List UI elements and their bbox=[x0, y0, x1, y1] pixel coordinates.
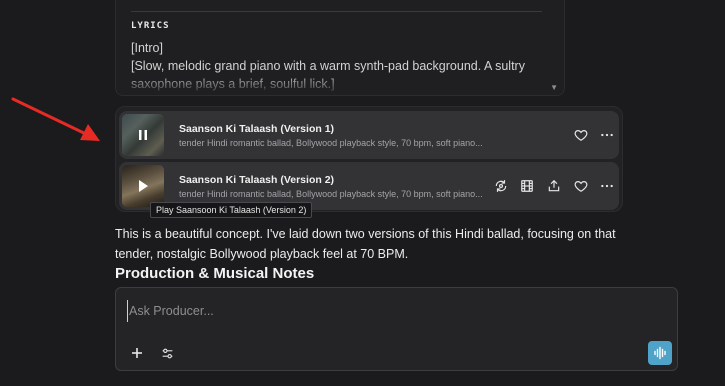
annotation-arrow-icon bbox=[11, 97, 100, 141]
more-icon bbox=[601, 133, 613, 137]
remix-icon bbox=[495, 180, 507, 192]
like-button[interactable] bbox=[569, 123, 593, 147]
more-icon bbox=[601, 184, 613, 188]
plus-icon bbox=[132, 348, 142, 358]
song-title[interactable]: Saanson Ki Talaash (Version 2) bbox=[179, 174, 334, 186]
heart-icon bbox=[574, 181, 588, 192]
heart-icon bbox=[574, 130, 588, 141]
assistant-message: This is a beautiful concept. I've laid d… bbox=[115, 227, 616, 261]
settings-button[interactable] bbox=[156, 342, 178, 364]
ask-producer-input[interactable] bbox=[127, 300, 647, 322]
composer bbox=[115, 287, 678, 371]
waveform-icon bbox=[654, 346, 666, 360]
song-thumbnail[interactable] bbox=[122, 165, 164, 207]
more-options-button[interactable] bbox=[595, 174, 619, 198]
song-thumbnail[interactable] bbox=[122, 114, 164, 156]
section-heading: Production & Musical Notes bbox=[115, 265, 315, 282]
play-button[interactable] bbox=[122, 165, 164, 207]
song-description: tender Hindi romantic ballad, Bollywood … bbox=[179, 189, 483, 199]
more-options-button[interactable] bbox=[595, 123, 619, 147]
lyrics-divider bbox=[131, 11, 542, 12]
song-title[interactable]: Saanson Ki Talaash (Version 1) bbox=[179, 123, 334, 135]
film-icon bbox=[521, 180, 533, 192]
share-button[interactable] bbox=[542, 174, 566, 198]
voice-input-button[interactable] bbox=[648, 341, 672, 365]
play-tooltip: Play Saansoon Ki Talaash (Version 2) bbox=[150, 202, 313, 218]
scroll-down-icon[interactable]: ▼ bbox=[550, 83, 558, 92]
lyrics-heading: LYRICS bbox=[131, 21, 170, 31]
lyrics-fade bbox=[116, 73, 564, 95]
song-list: Saanson Ki Talaash (Version 1) tender Hi… bbox=[115, 106, 623, 212]
play-icon bbox=[139, 180, 148, 192]
like-button[interactable] bbox=[569, 174, 593, 198]
video-button[interactable] bbox=[515, 174, 539, 198]
lyrics-panel: LYRICS [Intro] [Slow, melodic grand pian… bbox=[115, 0, 565, 96]
add-attachment-button[interactable] bbox=[126, 342, 148, 364]
lyrics-line: [Intro] bbox=[131, 41, 163, 55]
song-row-version-1[interactable]: Saanson Ki Talaash (Version 1) tender Hi… bbox=[119, 111, 619, 159]
share-icon bbox=[548, 179, 560, 192]
remix-button[interactable] bbox=[489, 174, 513, 198]
sliders-icon bbox=[162, 348, 172, 358]
pause-button[interactable] bbox=[122, 114, 164, 156]
song-description: tender Hindi romantic ballad, Bollywood … bbox=[179, 138, 483, 148]
pause-icon bbox=[139, 130, 147, 140]
